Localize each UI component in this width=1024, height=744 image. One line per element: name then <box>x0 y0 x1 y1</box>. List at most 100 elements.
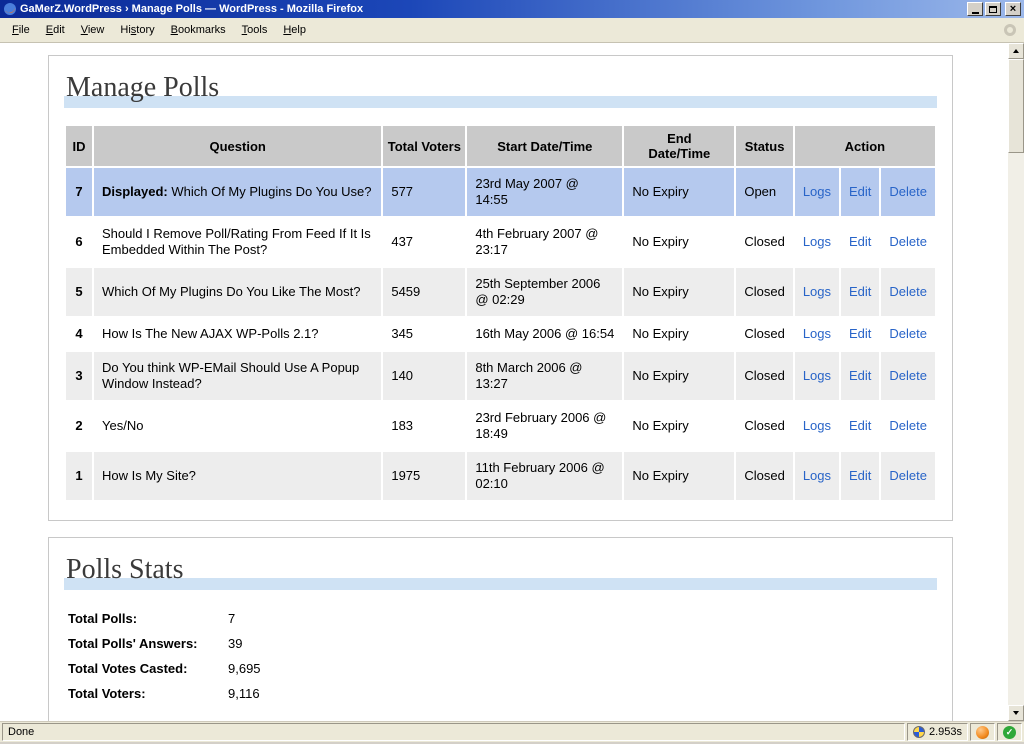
edit-link[interactable]: Edit <box>849 468 871 483</box>
scroll-up-button[interactable] <box>1008 43 1024 59</box>
col-header-end: End Date/Time <box>624 126 734 166</box>
menu-file[interactable]: File <box>4 20 38 40</box>
poll-end: No Expiry <box>624 168 734 216</box>
menu-tools[interactable]: Tools <box>234 20 276 40</box>
stat-total-votes: Total Votes Casted:9,695 <box>68 656 937 681</box>
menu-help[interactable]: Help <box>275 20 314 40</box>
stat-total-answers: Total Polls' Answers:39 <box>68 631 937 656</box>
menu-view[interactable]: View <box>73 20 113 40</box>
manage-polls-section: Manage Polls ID Question Total Voters St… <box>48 55 953 521</box>
delete-link[interactable]: Delete <box>889 326 927 341</box>
table-row: 6 Should I Remove Poll/Rating From Feed … <box>66 218 935 266</box>
col-header-start: Start Date/Time <box>467 126 622 166</box>
close-button[interactable]: × <box>1005 2 1021 16</box>
poll-question: How Is My Site? <box>94 452 381 500</box>
status-text: Done <box>8 726 34 738</box>
timer-icon <box>913 726 925 738</box>
poll-id: 5 <box>66 268 92 316</box>
menu-bar: File Edit View History Bookmarks Tools H… <box>0 18 1024 43</box>
poll-status: Open <box>736 168 792 216</box>
logs-link[interactable]: Logs <box>803 368 831 383</box>
displayed-label: Displayed: <box>102 184 168 199</box>
delete-link[interactable]: Delete <box>889 284 927 299</box>
status-bar: Done 2.953s ✓ <box>0 721 1024 742</box>
delete-link[interactable]: Delete <box>889 418 927 433</box>
delete-link[interactable]: Delete <box>889 468 927 483</box>
security-panel: ✓ <box>997 723 1022 741</box>
minimize-button[interactable] <box>967 2 983 16</box>
poll-question: Should I Remove Poll/Rating From Feed If… <box>94 218 381 266</box>
menu-bookmarks[interactable]: Bookmarks <box>163 20 234 40</box>
logs-link[interactable]: Logs <box>803 418 831 433</box>
edit-link[interactable]: Edit <box>849 418 871 433</box>
table-header-row: ID Question Total Voters Start Date/Time… <box>66 126 935 166</box>
delete-link[interactable]: Delete <box>889 234 927 249</box>
scroll-down-button[interactable] <box>1008 705 1024 721</box>
edit-link[interactable]: Edit <box>849 326 871 341</box>
browser-viewport: Manage Polls ID Question Total Voters St… <box>0 43 1024 721</box>
green-check-icon: ✓ <box>1003 726 1016 739</box>
delete-link[interactable]: Delete <box>889 368 927 383</box>
delete-link[interactable]: Delete <box>889 184 927 199</box>
poll-start: 11th February 2006 @ 02:10 <box>467 452 622 500</box>
table-row: 7 Displayed: Which Of My Plugins Do You … <box>66 168 935 216</box>
polls-table: ID Question Total Voters Start Date/Time… <box>64 124 937 502</box>
poll-question: Which Of My Plugins Do You Like The Most… <box>94 268 381 316</box>
poll-start: 25th September 2006 @ 02:29 <box>467 268 622 316</box>
poll-question: How Is The New AJAX WP-Polls 2.1? <box>94 318 381 350</box>
poll-end: No Expiry <box>624 318 734 350</box>
poll-end: No Expiry <box>624 402 734 450</box>
table-row: 1 How Is My Site? 1975 11th February 200… <box>66 452 935 500</box>
logs-link[interactable]: Logs <box>803 234 831 249</box>
vertical-scrollbar[interactable] <box>1008 43 1024 721</box>
col-header-total-voters: Total Voters <box>383 126 465 166</box>
poll-id: 4 <box>66 318 92 350</box>
poll-voters: 1975 <box>383 452 465 500</box>
poll-status: Closed <box>736 218 792 266</box>
edit-link[interactable]: Edit <box>849 184 871 199</box>
logs-link[interactable]: Logs <box>803 326 831 341</box>
scrollbar-thumb[interactable] <box>1008 59 1024 153</box>
poll-status: Closed <box>736 352 792 400</box>
browser-content: Manage Polls ID Question Total Voters St… <box>0 43 1008 721</box>
poll-end: No Expiry <box>624 452 734 500</box>
menu-history[interactable]: History <box>112 20 162 40</box>
poll-end: No Expiry <box>624 268 734 316</box>
window-titlebar: GaMerZ.WordPress › Manage Polls — WordPr… <box>0 0 1024 18</box>
up-arrow-icon <box>1013 49 1019 53</box>
edit-link[interactable]: Edit <box>849 368 871 383</box>
menu-edit[interactable]: Edit <box>38 20 73 40</box>
edit-link[interactable]: Edit <box>849 234 871 249</box>
poll-question: Do You think WP-EMail Should Use A Popup… <box>94 352 381 400</box>
poll-id: 6 <box>66 218 92 266</box>
poll-start: 16th May 2006 @ 16:54 <box>467 318 622 350</box>
edit-link[interactable]: Edit <box>849 284 871 299</box>
orange-status-icon <box>976 726 989 739</box>
poll-voters: 5459 <box>383 268 465 316</box>
polls-stats-section: Polls Stats Total Polls:7 Total Polls' A… <box>48 537 953 721</box>
poll-status: Closed <box>736 402 792 450</box>
load-timer-panel: 2.953s <box>907 723 968 741</box>
poll-voters: 437 <box>383 218 465 266</box>
table-row: 4 How Is The New AJAX WP-Polls 2.1? 345 … <box>66 318 935 350</box>
throbber-icon <box>1004 24 1016 36</box>
poll-status: Closed <box>736 318 792 350</box>
poll-id: 1 <box>66 452 92 500</box>
poll-status: Closed <box>736 268 792 316</box>
logs-link[interactable]: Logs <box>803 184 831 199</box>
restore-button[interactable] <box>985 2 1001 16</box>
polls-stats-list: Total Polls:7 Total Polls' Answers:39 To… <box>68 606 937 706</box>
status-message-panel: Done <box>2 723 905 741</box>
poll-start: 23rd May 2007 @ 14:55 <box>467 168 622 216</box>
stat-total-voters: Total Voters:9,116 <box>68 681 937 706</box>
poll-question: Displayed: Which Of My Plugins Do You Us… <box>94 168 381 216</box>
poll-voters: 577 <box>383 168 465 216</box>
table-row: 2 Yes/No 183 23rd February 2006 @ 18:49 … <box>66 402 935 450</box>
logs-link[interactable]: Logs <box>803 468 831 483</box>
col-header-action: Action <box>795 126 935 166</box>
logs-link[interactable]: Logs <box>803 284 831 299</box>
poll-id: 7 <box>66 168 92 216</box>
firefox-icon <box>3 2 17 16</box>
col-header-id: ID <box>66 126 92 166</box>
poll-end: No Expiry <box>624 218 734 266</box>
